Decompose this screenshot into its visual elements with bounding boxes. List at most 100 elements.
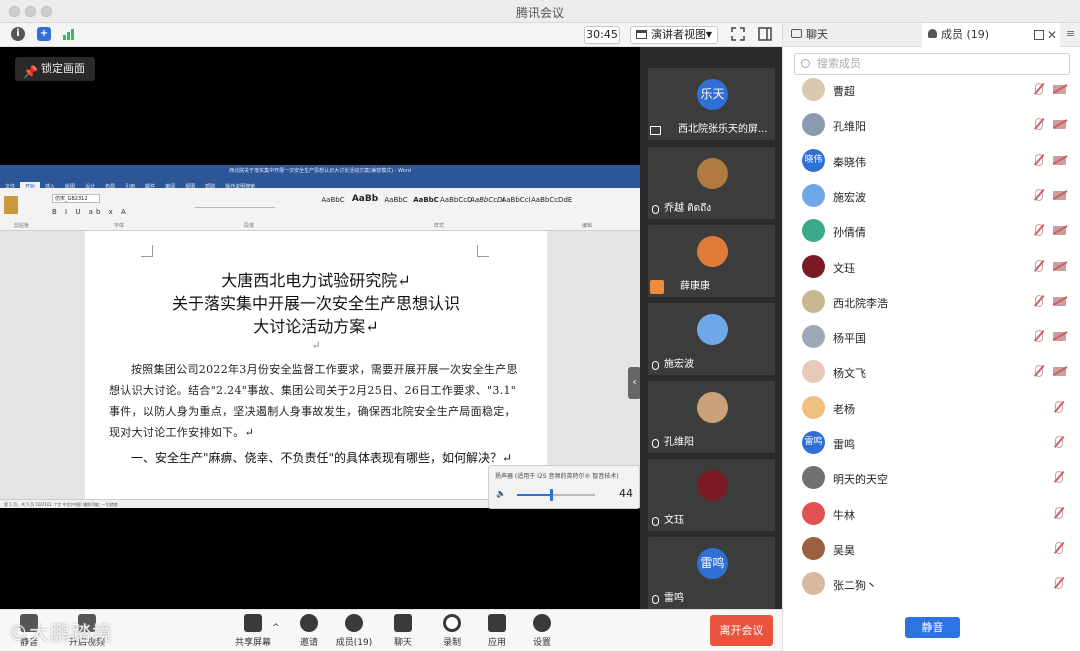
camera-off-icon[interactable] xyxy=(1053,190,1066,200)
video-tile[interactable]: 乐天 西北院张乐天的屏... xyxy=(647,67,776,141)
participant-name: 薛康康 xyxy=(680,281,710,292)
document-subheading: 一、安全生产"麻痹、侥幸、不负责任"的具体表现有哪些，如何解决？↵ xyxy=(131,451,513,465)
video-tile[interactable]: 孔维阳 xyxy=(647,380,776,454)
member-row[interactable]: 明天的天空 xyxy=(783,461,1080,496)
muted-mic-icon[interactable] xyxy=(1055,436,1063,448)
member-name: 杨平国 xyxy=(833,332,866,346)
style-swatch: AaBbC xyxy=(384,196,408,204)
video-tile[interactable]: 乔越 ติดถึง xyxy=(647,146,776,220)
volume-slider[interactable] xyxy=(517,489,595,501)
document-page: 大唐西北电力试验研究院↵ 关于落实集中开展一次安全生产思想认识 大讨论活动方案↵… xyxy=(85,231,547,506)
member-row[interactable]: 孙倩倩 xyxy=(783,214,1080,249)
camera-off-icon[interactable] xyxy=(1053,332,1066,342)
invite-button[interactable]: 邀请 xyxy=(286,612,332,648)
member-row[interactable]: 曹超 xyxy=(783,78,1080,108)
record-button[interactable]: 录制 xyxy=(429,612,475,648)
muted-mic-icon[interactable] xyxy=(1055,400,1063,413)
member-row[interactable]: 施宏波 xyxy=(783,179,1080,214)
chat-button[interactable]: 聊天 xyxy=(380,612,426,648)
share-screen-icon xyxy=(244,614,262,632)
apps-button[interactable]: 应用 xyxy=(474,612,520,648)
member-row[interactable]: 孔维阳 xyxy=(783,108,1080,143)
muted-mic-icon[interactable] xyxy=(1035,83,1043,95)
volume-slider-handle[interactable] xyxy=(550,489,554,501)
shield-icon[interactable]: + xyxy=(37,27,51,41)
muted-mic-icon[interactable] xyxy=(1055,577,1063,590)
muted-mic-icon[interactable] xyxy=(1035,188,1043,201)
member-row[interactable]: 老杨 xyxy=(783,391,1080,426)
participant-avatar xyxy=(697,158,728,189)
camera-off-icon[interactable] xyxy=(1053,226,1066,236)
document-title-line: 关于落实集中开展一次安全生产思想认识 xyxy=(171,294,460,313)
member-row[interactable]: 文珏 xyxy=(783,250,1080,285)
camera-off-icon[interactable] xyxy=(1053,120,1066,130)
members-button[interactable]: 成员(19) xyxy=(331,612,377,648)
muted-mic-icon[interactable] xyxy=(1035,118,1043,131)
member-row[interactable]: 杨平国 xyxy=(783,320,1080,355)
member-row[interactable]: 张二狗丶 xyxy=(783,567,1080,600)
record-icon xyxy=(443,614,461,632)
mute-all-button[interactable]: 静音 xyxy=(905,617,960,638)
member-name: 吴昊 xyxy=(833,543,855,557)
share-screen-button[interactable]: 共享屏幕 xyxy=(230,612,276,648)
member-row[interactable]: 杨文飞 xyxy=(783,355,1080,390)
participant-avatar xyxy=(697,236,728,267)
close-icon[interactable]: ✕ xyxy=(1047,23,1057,47)
muted-mic-icon[interactable] xyxy=(1035,224,1043,237)
style-swatch: AaBbCcI xyxy=(501,196,531,204)
lock-screen-button[interactable]: 📌 锁定画面 xyxy=(15,57,95,81)
video-tile[interactable]: 雷鸣 雷鸣 xyxy=(647,536,776,610)
apps-label: 应用 xyxy=(487,638,506,648)
style-swatch: AaBbC xyxy=(321,196,345,204)
share-screen-label: 共享屏幕 xyxy=(234,638,271,648)
add-user-icon xyxy=(300,614,318,632)
tab-chat[interactable]: 聊天 xyxy=(783,23,921,47)
speaker-device-label: 扬声器 (适用于 I2S 音频的英特尔® 智音技术) xyxy=(495,473,619,480)
side-panel: 聊天 成员 (19) ✕ ≡ 搜索成员 曹超孔维阳晓伟 秦晓伟 施宏波 孙倩倩 文珏 西北… xyxy=(782,23,1080,651)
video-tile[interactable]: 薛康康 xyxy=(647,224,776,298)
settings-button[interactable]: 设置 xyxy=(519,612,565,648)
camera-off-icon[interactable] xyxy=(1053,261,1066,271)
muted-mic-icon[interactable] xyxy=(1035,153,1043,166)
document-paragraph: 按照集团公司2022年3月份安全监督工作要求，需要开展开展一次安全生产思想认识大… xyxy=(109,363,518,439)
leave-meeting-button[interactable]: 离开会议 xyxy=(710,615,773,646)
video-tile[interactable]: 施宏波 xyxy=(647,302,776,376)
muted-mic-icon[interactable] xyxy=(1035,365,1043,378)
member-row[interactable]: 吴昊 xyxy=(783,532,1080,567)
fullscreen-icon[interactable] xyxy=(731,27,745,41)
menu-icon[interactable]: ≡ xyxy=(1066,27,1075,40)
member-name: 牛林 xyxy=(833,508,855,522)
member-row[interactable]: 晓伟 秦晓伟 xyxy=(783,144,1080,179)
style-swatch: AaBbCcD xyxy=(440,196,473,204)
camera-off-icon[interactable] xyxy=(1053,85,1066,94)
view-mode-select[interactable]: 演讲者视图 ▼ xyxy=(630,26,718,44)
member-row[interactable]: 牛林 xyxy=(783,497,1080,532)
video-tile[interactable]: 文珏 xyxy=(647,458,776,532)
info-icon[interactable]: i xyxy=(11,27,25,41)
muted-mic-icon[interactable] xyxy=(1035,294,1043,307)
member-row[interactable]: 西北院李浩 xyxy=(783,285,1080,320)
muted-mic-icon[interactable] xyxy=(1055,541,1063,554)
document-title-line: 大唐西北电力试验研究院↵ xyxy=(221,271,411,290)
chevron-up-icon[interactable]: ^ xyxy=(272,623,280,633)
member-row[interactable]: 雷鸣 雷鸣 xyxy=(783,426,1080,461)
avatar xyxy=(802,501,825,525)
muted-mic-icon[interactable] xyxy=(1055,471,1063,484)
member-search-input[interactable]: 搜索成员 xyxy=(794,53,1070,75)
word-ribbon-tabs: 文件 开始 插入 绘图 设计 布局 引用 邮件 审阅 视图 帮助 操作说明搜索 xyxy=(0,177,640,193)
muted-mic-icon[interactable] xyxy=(1035,330,1043,343)
tab-members[interactable]: 成员 (19) ✕ xyxy=(922,23,1060,47)
signal-icon[interactable] xyxy=(62,27,76,41)
muted-mic-icon[interactable] xyxy=(1035,259,1043,272)
avatar xyxy=(802,289,825,313)
paragraph-mark: ↵ xyxy=(311,339,321,352)
camera-off-icon[interactable] xyxy=(1053,296,1066,306)
camera-off-icon[interactable] xyxy=(1053,367,1066,377)
popout-icon[interactable] xyxy=(1034,30,1044,40)
sidebar-toggle-icon[interactable] xyxy=(758,27,772,41)
muted-mic-icon[interactable] xyxy=(1055,506,1063,519)
avatar xyxy=(802,254,825,278)
camera-off-icon[interactable] xyxy=(1053,155,1066,165)
participant-name: 施宏波 xyxy=(664,359,694,370)
member-name: 孔维阳 xyxy=(833,120,866,134)
